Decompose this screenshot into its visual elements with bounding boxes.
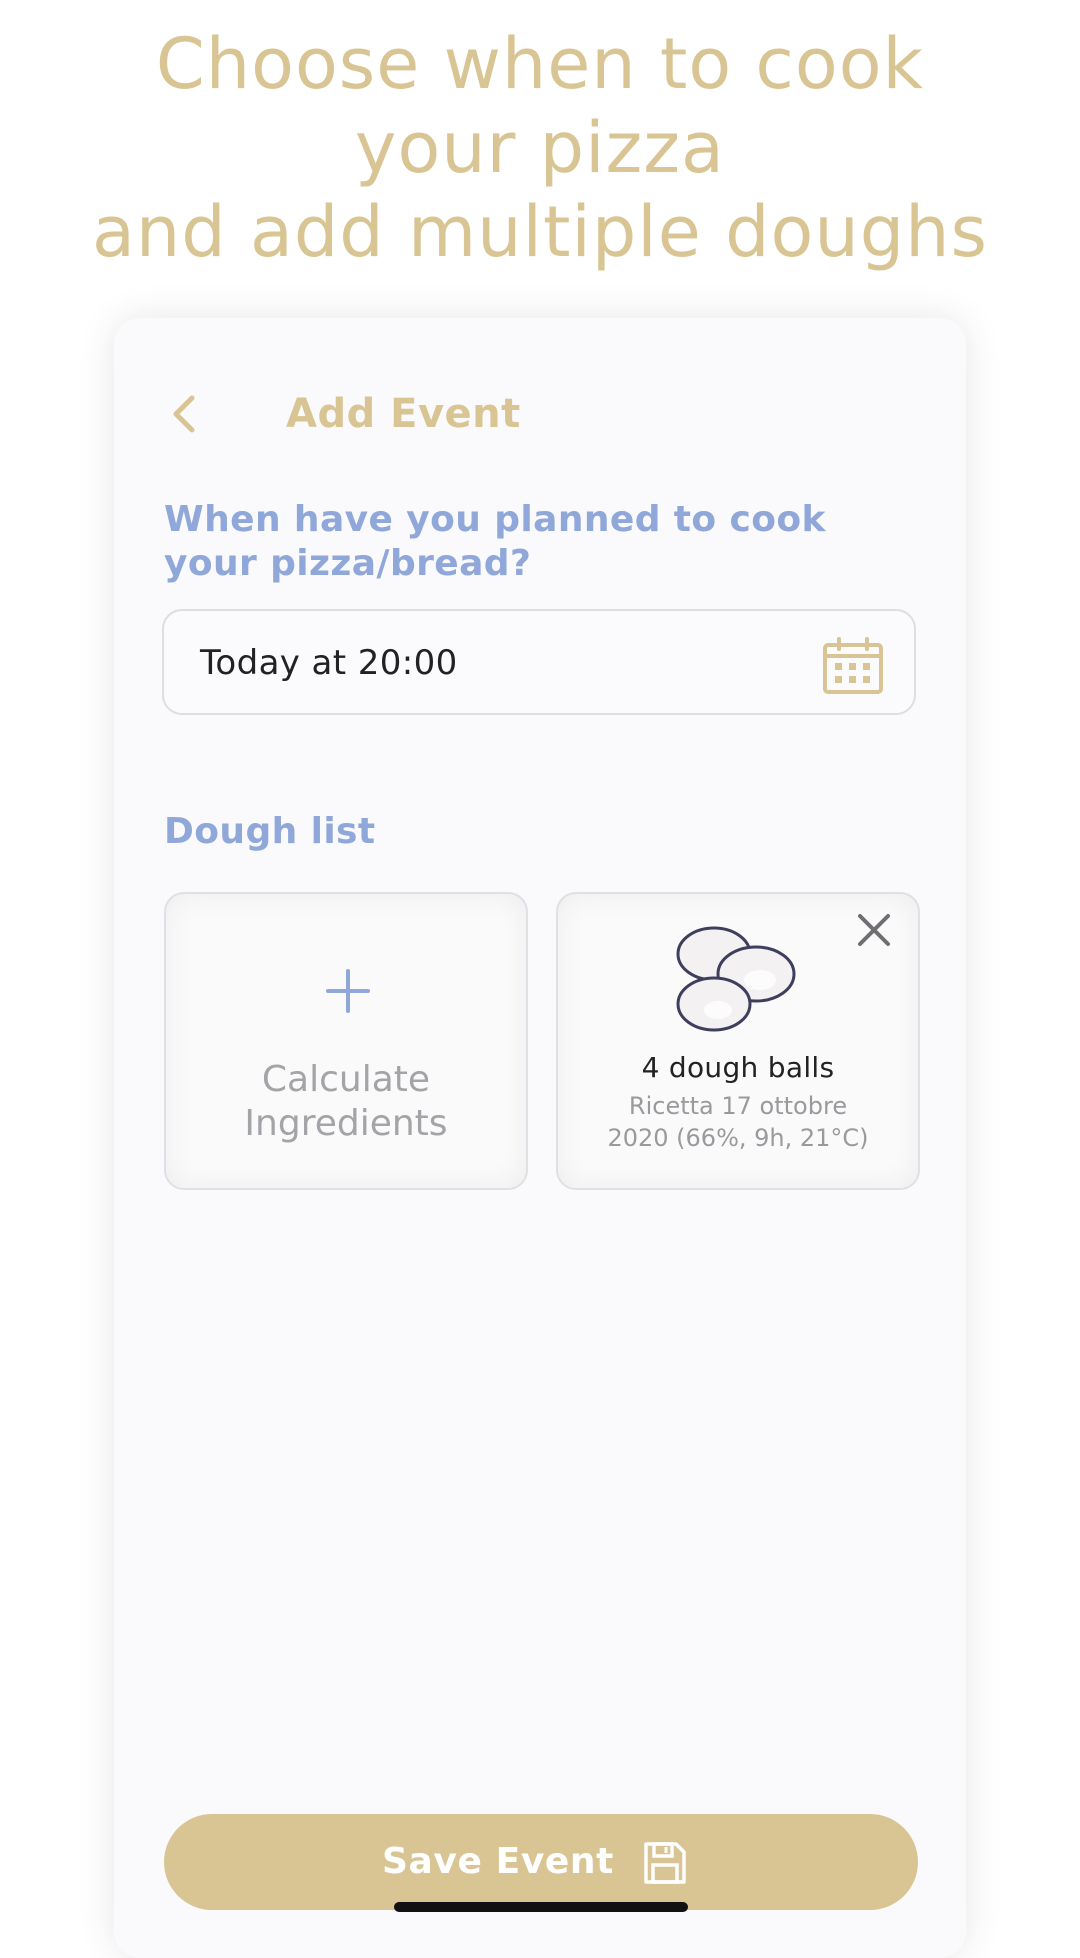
close-icon[interactable] [852, 908, 896, 952]
calculate-ingredients-label-line-1: Calculate [261, 1059, 431, 1100]
date-time-field[interactable]: Today at 20:00 [162, 609, 916, 715]
chevron-left-icon [173, 395, 195, 433]
dough-item-recipe-line-2: 2020 (66%, 9h, 21°C) [607, 1124, 869, 1152]
when-question-label: When have you planned to cook your pizza… [164, 499, 826, 584]
save-event-label: Save Event [382, 1841, 614, 1882]
calendar-icon[interactable] [822, 637, 884, 695]
calculate-ingredients-label: Calculate Ingredients [166, 1058, 526, 1146]
dough-balls-icon [676, 926, 796, 1032]
plus-icon [326, 969, 370, 1013]
dough-item-name: 4 dough balls [641, 1051, 835, 1084]
back-button[interactable] [156, 384, 216, 444]
dough-list-label: Dough list [164, 811, 376, 852]
home-indicator[interactable] [394, 1902, 688, 1912]
date-time-value: Today at 20:00 [200, 643, 458, 683]
dough-item-recipe-line-1: Ricetta 17 ottobre [628, 1092, 848, 1120]
save-event-button[interactable]: Save Event [164, 1814, 918, 1910]
calculate-ingredients-button[interactable]: Calculate Ingredients [164, 892, 528, 1190]
promo-line-3: and add multiple doughs [92, 191, 988, 273]
promo-line-2: your pizza [355, 107, 725, 189]
dough-list-item[interactable]: 4 dough balls Ricetta 17 ottobre 2020 (6… [556, 892, 920, 1190]
promo-line-1: Choose when to cook [155, 23, 925, 105]
page-title: Add Event [286, 391, 521, 437]
dough-item-recipe: Ricetta 17 ottobre 2020 (66%, 9h, 21°C) [558, 1090, 918, 1154]
app-screen: Add Event When have you planned to cook … [114, 318, 966, 1958]
nav-bar: Add Event [114, 318, 966, 498]
calculate-ingredients-label-line-2: Ingredients [244, 1103, 448, 1144]
floppy-disk-icon [644, 1842, 686, 1884]
promo-headline: Choose when to cook your pizza and add m… [0, 22, 1080, 274]
